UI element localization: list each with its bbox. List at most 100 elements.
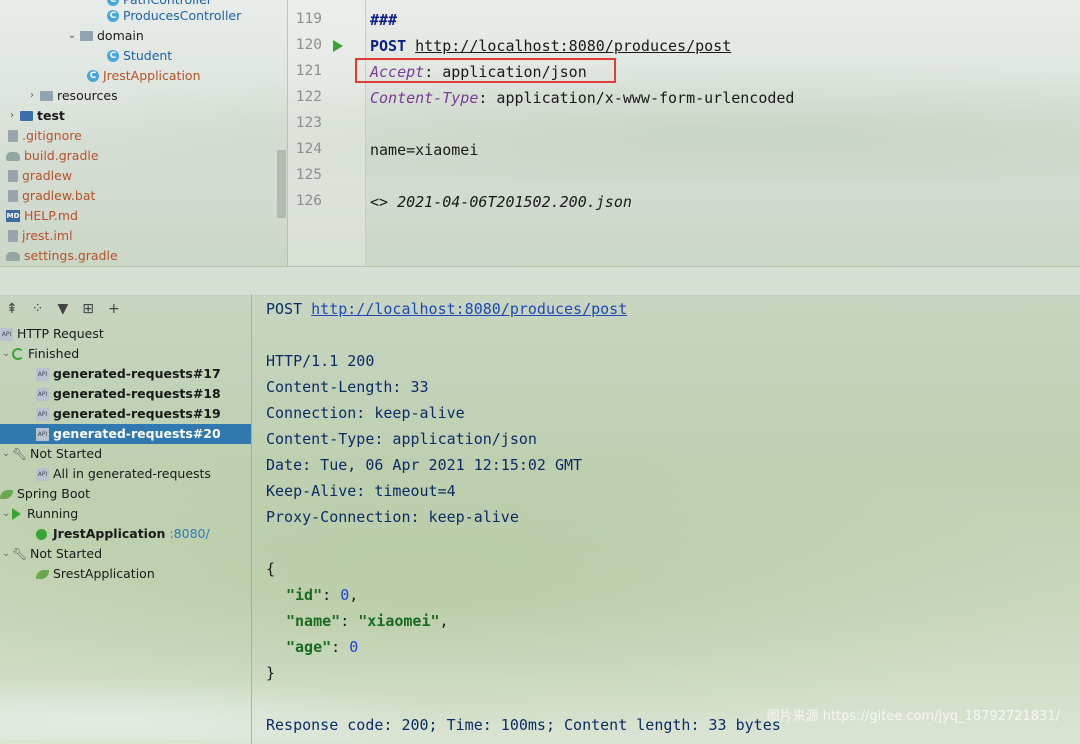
tree-item-settings-gradle[interactable]: settings.gradle — [6, 246, 118, 266]
gradle-icon — [6, 251, 20, 261]
json-open-brace: { — [266, 560, 276, 578]
response-summary: Response code: 200; Time: 100ms; Content… — [266, 716, 781, 734]
run-request-icon[interactable] — [333, 40, 343, 52]
markdown-icon: MD — [6, 210, 20, 222]
wrench-icon: 🔧︎ — [12, 547, 28, 561]
chevron-down-icon[interactable]: ⌄ — [66, 26, 78, 46]
highlight-box — [355, 58, 616, 83]
port-link[interactable]: :8080/ — [169, 524, 209, 544]
file-icon — [8, 130, 18, 142]
tree-item-test[interactable]: › test — [6, 106, 65, 126]
tree-item-jrestapplication[interactable]: C JrestApplication — [87, 66, 201, 86]
response-url-link[interactable]: http://localhost:8080/produces/post — [311, 300, 627, 318]
tree-item-jrest-iml[interactable]: jrest.iml — [8, 226, 73, 246]
svc-request-19[interactable]: API generated-requests#19 — [0, 404, 251, 424]
services-toolbar: ⇞ ⁘ ▼ ⊞ + — [6, 300, 120, 318]
svc-request-17[interactable]: API generated-requests#17 — [0, 364, 251, 384]
api-icon: API — [0, 327, 13, 341]
tree-scrollbar[interactable] — [277, 150, 286, 218]
spring-boot-icon — [0, 489, 13, 499]
tree-item-build-gradle[interactable]: build.gradle — [6, 146, 99, 166]
collapse-icon[interactable]: ⇞ — [6, 301, 18, 317]
tree-item-domain[interactable]: ⌄ domain — [66, 26, 144, 46]
svc-http-request[interactable]: API HTTP Request — [0, 324, 251, 344]
tree-item-help-md[interactable]: MD HELP.md — [6, 206, 78, 226]
json-close-brace: } — [266, 664, 276, 682]
response-header: Proxy-Connection: keep-alive — [266, 508, 519, 526]
svc-spring-boot[interactable]: Spring Boot — [0, 484, 251, 504]
file-icon — [8, 170, 18, 182]
svc-finished[interactable]: ⌄ Finished — [0, 344, 251, 364]
svc-not-started-2[interactable]: ⌄ 🔧︎ Not Started — [0, 544, 251, 564]
panel-divider[interactable] — [0, 266, 1080, 296]
code-line-122: Content-Type: application/x-www-form-url… — [370, 89, 795, 107]
response-header: Date: Tue, 06 Apr 2021 12:15:02 GMT — [266, 456, 583, 474]
tree-item-gradlew[interactable]: gradlew — [8, 166, 72, 186]
project-tree: C PathController C ProducesController ⌄ … — [0, 0, 287, 266]
line-number: 120 — [295, 37, 322, 53]
class-icon: C — [87, 70, 99, 82]
gradle-icon — [6, 151, 20, 161]
folder-icon — [40, 91, 53, 101]
file-icon — [8, 190, 18, 202]
tree-item-gradlew-bat[interactable]: gradlew.bat — [8, 186, 95, 206]
line-number: 124 — [295, 141, 322, 157]
api-icon: API — [36, 427, 49, 441]
refresh-icon — [12, 348, 24, 360]
svc-request-18[interactable]: API generated-requests#18 — [0, 384, 251, 404]
tree-item-producescontroller[interactable]: C ProducesController — [107, 6, 241, 26]
svc-srest-app[interactable]: SrestApplication — [0, 564, 251, 584]
class-icon: C — [107, 50, 119, 62]
code-editor[interactable]: ### POST http://localhost:8080/produces/… — [370, 0, 1080, 266]
line-number: 122 — [295, 89, 322, 105]
play-icon — [12, 508, 21, 520]
chevron-down-icon[interactable]: ⌄ — [0, 444, 12, 464]
json-field-name: "name": "xiaomei", — [286, 612, 449, 630]
svc-request-20[interactable]: API generated-requests#20 — [0, 424, 251, 444]
code-line-126: <> 2021-04-06T201502.200.json — [370, 193, 632, 211]
response-request-line: POST http://localhost:8080/produces/post — [266, 300, 628, 318]
code-line-124: name=xiaomei — [370, 141, 479, 159]
response-header: Connection: keep-alive — [266, 404, 465, 422]
response-file-link[interactable]: 2021-04-06T201502.200.json — [397, 193, 632, 211]
svc-running[interactable]: ⌄ Running — [0, 504, 251, 524]
services-panel: ⇞ ⁘ ▼ ⊞ + API HTTP Request ⌄ Finished AP… — [0, 294, 252, 744]
svc-jrest-app[interactable]: JrestApplication :8080/ — [0, 524, 251, 544]
new-service-icon[interactable]: ⊞ — [82, 301, 94, 317]
response-viewer[interactable]: POST http://localhost:8080/produces/post… — [266, 294, 1080, 744]
editor-gutter: 119 120 121 122 123 124 125 126 — [287, 0, 366, 266]
svc-not-started[interactable]: ⌄ 🔧︎ Not Started — [0, 444, 251, 464]
chevron-right-icon[interactable]: › — [6, 106, 18, 126]
filter-icon[interactable]: ▼ — [57, 301, 68, 317]
json-field-id: "id": 0, — [286, 586, 359, 604]
chevron-down-icon[interactable]: ⌄ — [0, 344, 12, 364]
spring-boot-icon — [36, 569, 49, 579]
folder-icon — [20, 111, 33, 121]
svc-all-in-generated[interactable]: API All in generated-requests — [0, 464, 251, 484]
folder-icon — [80, 31, 93, 41]
json-field-age: "age": 0 — [286, 638, 359, 656]
tree-item-gitignore[interactable]: .gitignore — [8, 126, 82, 146]
file-icon — [8, 230, 18, 242]
add-icon[interactable]: + — [108, 301, 120, 317]
chevron-right-icon[interactable]: › — [26, 86, 38, 106]
code-line-119: ### — [370, 11, 398, 29]
line-number: 121 — [295, 63, 322, 79]
line-number: 123 — [295, 115, 322, 131]
response-status: HTTP/1.1 200 — [266, 352, 375, 370]
chevron-down-icon[interactable]: ⌄ — [0, 544, 12, 564]
response-header: Content-Length: 33 — [266, 378, 429, 396]
line-number: 126 — [295, 193, 322, 209]
tree-item-student[interactable]: C Student — [107, 46, 172, 66]
watermark: 图片来源 https://gitee.com/jyq_18792721831/ — [766, 709, 1060, 724]
class-icon: C — [107, 10, 119, 22]
api-icon: API — [36, 467, 49, 481]
line-number: 119 — [295, 11, 322, 27]
chevron-down-icon[interactable]: ⌄ — [0, 504, 12, 524]
request-url[interactable]: http://localhost:8080/produces/post — [415, 37, 731, 55]
api-icon: API — [36, 367, 49, 381]
group-icon[interactable]: ⁘ — [32, 301, 44, 317]
code-line-120: POST http://localhost:8080/produces/post — [370, 37, 732, 55]
tree-item-resources[interactable]: › resources — [26, 86, 118, 106]
line-number: 125 — [295, 167, 322, 183]
